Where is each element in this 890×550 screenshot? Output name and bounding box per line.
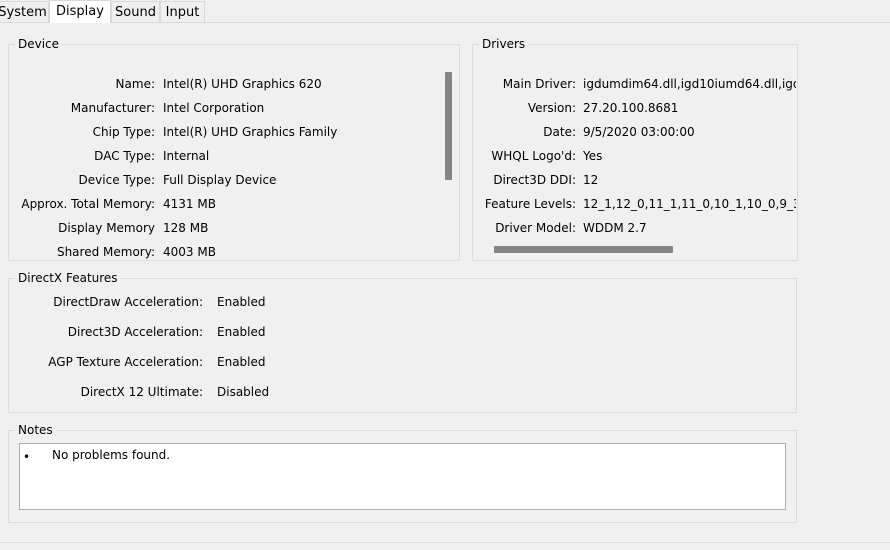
- drivers-label-d3d-ddi: Direct3D DDI:: [493, 173, 576, 187]
- drivers-label-whql: WHQL Logo'd:: [491, 149, 576, 163]
- tab-system[interactable]: System: [0, 1, 49, 22]
- directx-label-directdraw: DirectDraw Acceleration:: [53, 295, 203, 309]
- directx-value-dx12-ultimate: Disabled: [217, 385, 270, 399]
- device-value-name: Intel(R) UHD Graphics 620: [163, 77, 322, 91]
- notes-textbox[interactable]: • No problems found.: [19, 443, 786, 510]
- drivers-horizontal-scrollbar-thumb[interactable]: [494, 246, 673, 253]
- device-label-shared-memory: Shared Memory:: [56, 245, 155, 259]
- drivers-value-version: 27.20.100.8681: [583, 101, 679, 115]
- directx-label-agp-texture: AGP Texture Acceleration:: [48, 355, 203, 369]
- tab-input[interactable]: Input: [160, 1, 205, 22]
- device-value-manufacturer: Intel Corporation: [163, 101, 265, 115]
- directx-label-direct3d: Direct3D Acceleration:: [67, 325, 203, 339]
- device-value-shared-memory: 4003 MB: [163, 245, 216, 259]
- drivers-value-date: 9/5/2020 03:00:00: [583, 125, 695, 139]
- drivers-label-main-driver: Main Driver:: [502, 77, 576, 91]
- device-label-total-memory: Approx. Total Memory:: [21, 197, 155, 211]
- bottom-divider: [0, 542, 890, 543]
- notes-group-title: Notes: [15, 423, 56, 437]
- drivers-value-driver-model: WDDM 2.7: [583, 221, 647, 235]
- device-vertical-scrollbar-thumb[interactable]: [445, 72, 452, 180]
- drivers-value-d3d-ddi: 12: [583, 173, 599, 187]
- tab-strip: System Display Sound Input: [0, 0, 890, 23]
- device-label-device-type: Device Type:: [78, 173, 155, 187]
- device-label-chip-type: Chip Type:: [92, 125, 155, 139]
- device-label-dac-type: DAC Type:: [94, 149, 155, 163]
- directx-value-directdraw: Enabled: [217, 295, 266, 309]
- tab-sound[interactable]: Sound: [111, 1, 160, 22]
- drivers-label-date: Date:: [543, 125, 576, 139]
- notes-bullet-icon: •: [23, 450, 31, 464]
- device-value-dac-type: Internal: [163, 149, 210, 163]
- device-label-display-memory: Display Memory: [58, 221, 155, 235]
- drivers-value-feature-levels: 12_1,12_0,11_1,11_0,10_1,10_0,9_3: [583, 197, 796, 211]
- device-value-display-memory: 128 MB: [163, 221, 209, 235]
- device-label-manufacturer: Manufacturer:: [70, 101, 155, 115]
- directx-label-dx12-ultimate: DirectX 12 Ultimate:: [80, 385, 203, 399]
- drivers-value-main-driver: igdumdim64.dll,igd10iumd64.dll,igd10: [583, 77, 796, 91]
- directx-value-direct3d: Enabled: [217, 325, 266, 339]
- drivers-label-feature-levels: Feature Levels:: [484, 197, 576, 211]
- device-label-name: Name:: [115, 77, 155, 91]
- directx-features-group-title: DirectX Features: [15, 271, 121, 285]
- notes-item: No problems found.: [52, 448, 171, 462]
- device-value-chip-type: Intel(R) UHD Graphics Family: [163, 125, 338, 139]
- tab-display[interactable]: Display: [49, 0, 111, 23]
- drivers-label-driver-model: Driver Model:: [495, 221, 576, 235]
- drivers-label-version: Version:: [527, 101, 576, 115]
- device-value-total-memory: 4131 MB: [163, 197, 216, 211]
- drivers-value-whql: Yes: [583, 149, 603, 163]
- drivers-group-title: Drivers: [479, 37, 529, 51]
- directx-value-agp-texture: Enabled: [217, 355, 266, 369]
- device-group-title: Device: [15, 37, 63, 51]
- device-value-device-type: Full Display Device: [163, 173, 277, 187]
